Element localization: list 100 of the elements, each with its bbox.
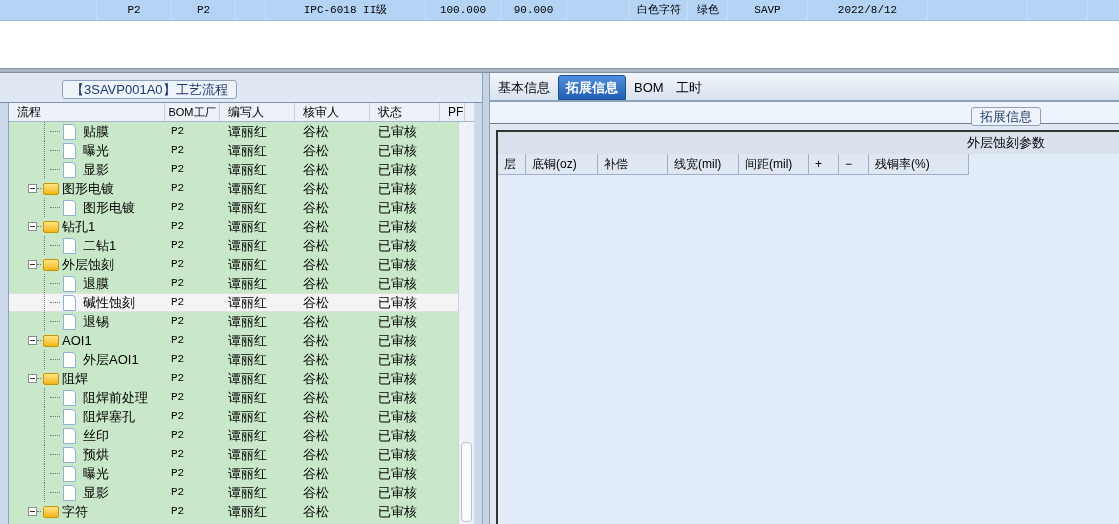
table-cell-text: 已审核 (377, 465, 418, 483)
panel-title: 【3SAVP001A0】工艺流程 (62, 80, 237, 99)
collapse-toggle[interactable] (28, 260, 37, 269)
tree-item-label[interactable]: 退锡 (83, 311, 109, 332)
document-icon (63, 142, 76, 159)
collapse-toggle[interactable] (28, 374, 37, 383)
tree-item-label[interactable]: 丝印 (83, 425, 109, 446)
document-icon (63, 161, 76, 178)
tree-item-label[interactable]: 外层AOI1 (83, 349, 139, 370)
tree-item-label[interactable]: 显影 (83, 482, 109, 503)
column-header[interactable]: − (839, 154, 869, 175)
document-icon (63, 389, 76, 406)
tree-item-label[interactable]: 字符 (62, 501, 88, 522)
table-cell-text: 谭丽红 (227, 465, 268, 483)
folder-icon (43, 372, 59, 385)
column-header[interactable]: 流程 (9, 103, 165, 121)
table-cell-text: P2 (170, 314, 186, 329)
tree-item-label[interactable]: 碱性蚀刻 (83, 292, 135, 313)
collapse-toggle[interactable] (28, 336, 37, 345)
table-cell-text: 已审核 (377, 313, 418, 331)
table-cell-text: 谷松 (302, 275, 330, 293)
tree-item-label[interactable]: AOI1 (62, 330, 92, 351)
table-cell-text: 谭丽红 (227, 332, 268, 350)
table-cell-text: 谷松 (302, 503, 330, 521)
collapse-toggle[interactable] (28, 222, 37, 231)
table-cell-text: 谭丽红 (227, 427, 268, 445)
table-cell-text: P2 (170, 238, 186, 253)
tree-item-label[interactable]: 阻焊前处理 (83, 387, 148, 408)
document-icon (63, 484, 76, 501)
column-header[interactable]: 状态 (370, 103, 440, 121)
table-cell-text: 100.000 (439, 2, 487, 18)
table-cell-text: 已审核 (377, 218, 418, 236)
tree-item-label[interactable]: 预烘 (83, 444, 109, 465)
table-cell-text: P2 (170, 428, 186, 443)
document-icon (63, 446, 76, 463)
column-header[interactable]: 核审人 (295, 103, 370, 121)
column-header[interactable]: PF (440, 103, 465, 121)
column-header[interactable]: + (809, 154, 839, 175)
table-cell-text: P2 (170, 181, 186, 196)
tree-item-label[interactable]: 阻焊塞孔 (83, 406, 135, 427)
table-cell-text: 已审核 (377, 332, 418, 350)
table-cell-text: 谭丽红 (227, 275, 268, 293)
tree-item-label[interactable]: 曝光 (83, 463, 109, 484)
table-cell-text: P2 (170, 124, 186, 139)
table-cell-text: 谷松 (302, 256, 330, 274)
tree-item-label[interactable]: 外层蚀刻 (62, 254, 114, 275)
table-cell-text: P2 (170, 371, 186, 386)
table-cell-text: 谭丽红 (227, 294, 268, 312)
table-cell-text: 谷松 (302, 446, 330, 464)
column-header[interactable]: 底铜(oz) (526, 154, 598, 175)
table-cell-text: P2 (170, 352, 186, 367)
tree-item-label[interactable]: 二钻1 (83, 235, 117, 256)
table-cell-text: 谭丽红 (227, 161, 268, 179)
tab[interactable]: 工时 (669, 75, 708, 100)
tree-item-label[interactable]: 贴膜 (83, 122, 109, 142)
folder-icon (43, 182, 59, 195)
table-cell-text: P2 (170, 504, 186, 519)
tree-item-label[interactable]: 阻焊 (62, 368, 88, 389)
tree-item-label[interactable]: 退膜 (83, 273, 109, 294)
document-icon (63, 313, 76, 330)
folder-icon (43, 220, 59, 233)
table-cell-text: P2 (170, 466, 186, 481)
table-cell-text: 已审核 (377, 351, 418, 369)
column-header[interactable]: 线宽(mil) (668, 154, 739, 175)
tab[interactable]: BOM (628, 75, 670, 100)
table-cell-text: P2 (196, 2, 211, 18)
column-header[interactable]: 间距(mil) (739, 154, 809, 175)
column-header[interactable]: 补偿 (598, 154, 668, 175)
collapse-toggle[interactable] (28, 507, 37, 516)
table-cell-text: 已审核 (377, 142, 418, 160)
scrollbar[interactable] (458, 122, 474, 524)
table-cell-text: 谷松 (302, 389, 330, 407)
tree-item-label[interactable]: 图形电镀 (83, 197, 135, 218)
folder-icon (43, 334, 59, 347)
table-cell-text: 谷松 (302, 123, 330, 141)
table-cell-text: P2 (170, 276, 186, 291)
tree-item-label[interactable]: 显影 (83, 159, 109, 180)
document-icon (63, 408, 76, 425)
tab[interactable]: 基本信息 (492, 75, 556, 100)
collapse-toggle[interactable] (28, 184, 37, 193)
table-cell-text: 已审核 (377, 389, 418, 407)
tree-item-label[interactable]: 图形电镀 (62, 178, 114, 199)
tree-item-label[interactable]: 钻孔1 (62, 216, 96, 237)
table-cell-text: 已审核 (377, 427, 418, 445)
table-cell-text: 谷松 (302, 332, 330, 350)
tree-item-label[interactable]: 曝光 (83, 140, 109, 161)
column-header[interactable]: BOM工厂 (165, 103, 220, 121)
table-title: 外层蚀刻参数 (967, 134, 1045, 153)
column-header[interactable]: 编写人 (220, 103, 295, 121)
column-header[interactable]: 层 (498, 154, 526, 175)
table-cell-text: 谭丽红 (227, 199, 268, 217)
table-cell-text: 2022/8/12 (837, 2, 898, 18)
folder-icon (43, 505, 59, 518)
table-cell-text: 谷松 (302, 237, 330, 255)
column-header[interactable]: 残铜率(%) (869, 154, 969, 175)
table-cell-text: 谭丽红 (227, 503, 268, 521)
table-cell-text: 谷松 (302, 351, 330, 369)
table-cell-text: 谭丽红 (227, 218, 268, 236)
tab[interactable]: 拓展信息 (558, 75, 626, 100)
table-cell-text: 谭丽红 (227, 389, 268, 407)
